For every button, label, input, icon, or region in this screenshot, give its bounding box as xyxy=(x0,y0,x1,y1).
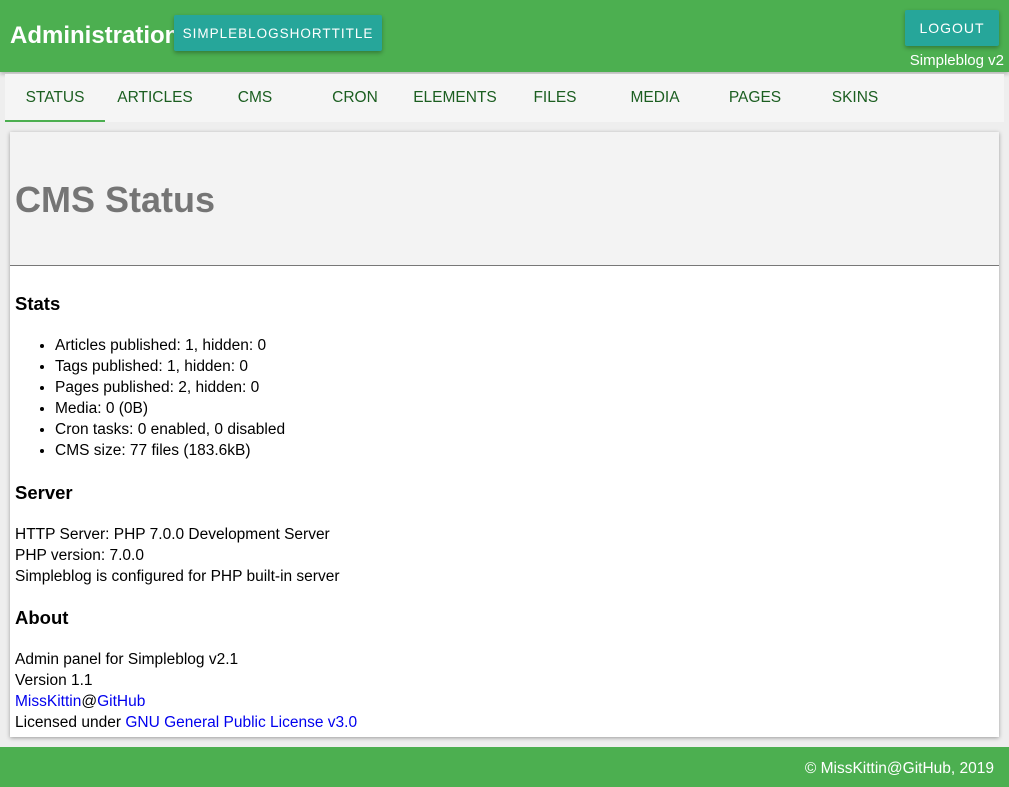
server-config-line: Simpleblog is configured for PHP built-i… xyxy=(15,568,340,585)
license-prefix: Licensed under xyxy=(15,714,126,731)
tab-skins[interactable]: SKINS xyxy=(805,74,905,122)
list-item: CMS size: 77 files (183.6kB) xyxy=(55,440,285,461)
author-link[interactable]: MissKittin xyxy=(15,693,81,710)
app-header: Administration SIMPLEBLOGSHORTTITLE LOGO… xyxy=(0,0,1009,72)
site-title-button[interactable]: SIMPLEBLOGSHORTTITLE xyxy=(174,15,382,51)
server-info: HTTP Server: PHP 7.0.0 Development Serve… xyxy=(15,524,340,587)
at-sign: @ xyxy=(81,693,98,710)
version-line: Version 1.1 xyxy=(15,672,93,689)
admin-title: Administration xyxy=(10,22,180,49)
tab-status[interactable]: STATUS xyxy=(5,74,105,122)
list-item: Cron tasks: 0 enabled, 0 disabled xyxy=(55,419,285,440)
tab-cron[interactable]: CRON xyxy=(305,74,405,122)
license-link[interactable]: GNU General Public License v3.0 xyxy=(125,714,357,731)
version-label: Simpleblog v2 xyxy=(909,52,1004,69)
app-footer: © MissKittin@GitHub, 2019 xyxy=(0,747,1009,787)
list-item: Media: 0 (0B) xyxy=(55,398,285,419)
logout-button[interactable]: LOGOUT xyxy=(905,10,999,46)
tab-cms[interactable]: CMS xyxy=(205,74,305,122)
list-item: Pages published: 2, hidden: 0 xyxy=(55,377,285,398)
tab-files[interactable]: FILES xyxy=(505,74,605,122)
stats-list: Articles published: 1, hidden: 0 Tags pu… xyxy=(15,335,285,461)
admin-panel-line: Admin panel for Simpleblog v2.1 xyxy=(15,651,239,668)
license-line: Licensed under GNU General Public Licens… xyxy=(15,712,357,733)
tab-elements[interactable]: ELEMENTS xyxy=(405,74,505,122)
author-line: MissKittin@GitHub xyxy=(15,691,357,712)
php-version-line: PHP version: 7.0.0 xyxy=(15,547,144,564)
content-card: CMS Status Stats Articles published: 1, … xyxy=(10,132,999,737)
about-info: Admin panel for Simpleblog v2.1 Version … xyxy=(15,649,357,733)
card-header: CMS Status xyxy=(10,132,999,266)
about-heading: About xyxy=(15,607,69,628)
copyright-text: © MissKittin@GitHub, 2019 xyxy=(804,760,994,777)
list-item: Tags published: 1, hidden: 0 xyxy=(55,356,285,377)
tab-pages[interactable]: PAGES xyxy=(705,74,805,122)
active-tab-indicator xyxy=(5,120,105,122)
list-item: Articles published: 1, hidden: 0 xyxy=(55,335,285,356)
http-server-line: HTTP Server: PHP 7.0.0 Development Serve… xyxy=(15,526,330,543)
tab-bar: STATUS ARTICLES CMS CRON ELEMENTS FILES … xyxy=(5,74,1004,122)
tab-media[interactable]: MEDIA xyxy=(605,74,705,122)
github-link[interactable]: GitHub xyxy=(97,693,145,710)
tab-articles[interactable]: ARTICLES xyxy=(105,74,205,122)
page-title: CMS Status xyxy=(15,179,216,220)
server-heading: Server xyxy=(15,482,73,503)
stats-heading: Stats xyxy=(15,293,61,314)
